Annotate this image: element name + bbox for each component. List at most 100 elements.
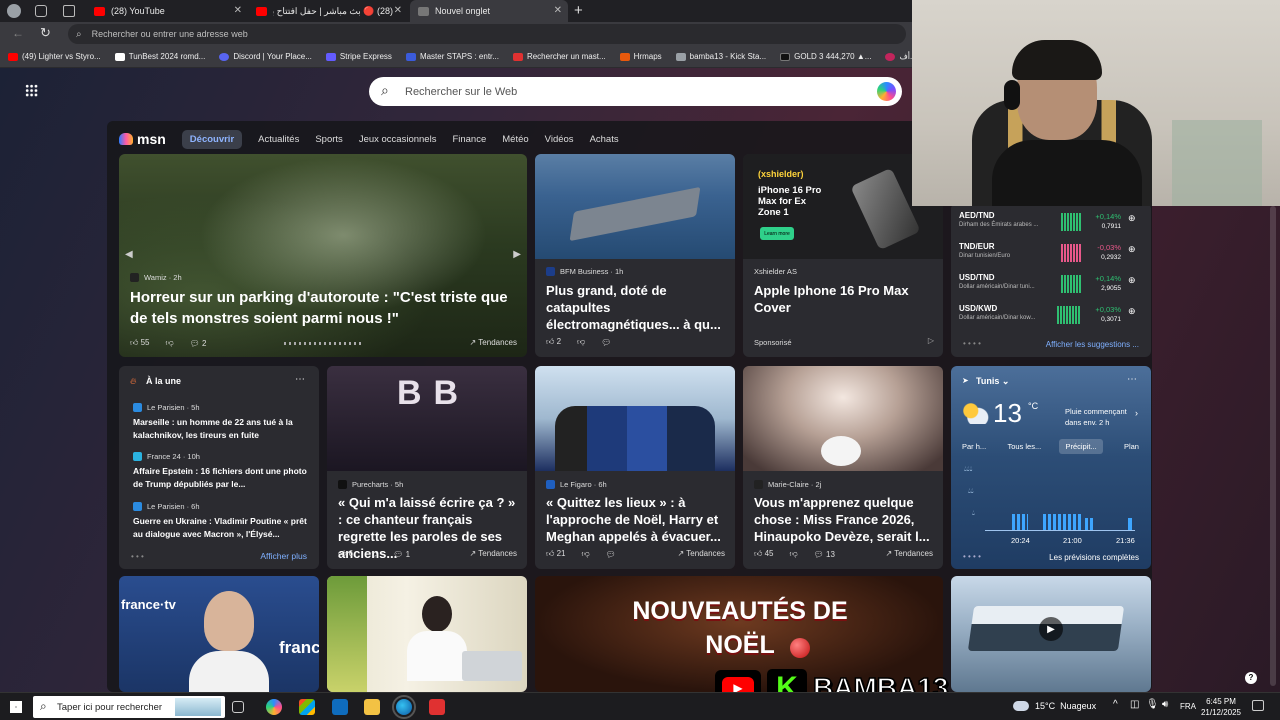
help-icon[interactable]: ?: [1245, 672, 1257, 684]
tab-live[interactable]: (28) 🔴 بث مباشر | حفل افتتاح بط... ✕: [248, 0, 408, 22]
app-icon[interactable]: [429, 699, 445, 715]
headline-link[interactable]: Marseille : un homme de 22 ans tué à la …: [133, 416, 309, 442]
back-icon[interactable]: ←: [12, 26, 24, 40]
mic-icon[interactable]: 🎙︎: [1146, 699, 1159, 710]
new-tab-button[interactable]: +: [574, 2, 583, 19]
headline-link[interactable]: Affaire Epstein : 16 fichiers dont une p…: [133, 465, 309, 491]
stock-row[interactable]: TND/EUR Dinar tunisien/Euro: [959, 242, 1010, 259]
tray-chevron-icon[interactable]: ^: [1113, 699, 1118, 710]
play-icon[interactable]: ▶: [1039, 617, 1063, 641]
stock-row[interactable]: AED/TND Dirham des Émirats arabes ...: [959, 211, 1038, 228]
stocks-more-link[interactable]: Afficher les suggestions ...: [1046, 340, 1139, 349]
bookmark-item[interactable]: GOLD 3 444,270 ▲...: [780, 52, 871, 61]
msn-logo[interactable]: msn: [119, 131, 166, 147]
dislike-icon[interactable]: 👎︎: [582, 549, 590, 559]
bookmark-item[interactable]: أف... | Shofha: [885, 52, 912, 61]
close-icon[interactable]: ✕: [234, 5, 242, 16]
tab-map[interactable]: Plan: [1118, 439, 1145, 454]
notification-icon[interactable]: [1252, 700, 1264, 711]
carousel-prev-icon[interactable]: ◀: [125, 249, 133, 260]
carousel-dots[interactable]: [284, 342, 364, 345]
tab-precip[interactable]: Précipit...: [1059, 439, 1103, 454]
apps-grid-icon[interactable]: [25, 84, 38, 97]
bookmark-item[interactable]: TunBest 2024 romd...: [114, 52, 205, 61]
article-card[interactable]: Le Figaro · 6h « Quittez les lieux » : à…: [535, 366, 735, 569]
article-card-bfm[interactable]: BFM Business · 1h Plus grand, doté de ca…: [535, 154, 735, 357]
dislike-icon[interactable]: 👎︎: [577, 337, 585, 347]
nav-videos[interactable]: Vidéos: [545, 134, 574, 145]
article-card[interactable]: [327, 576, 527, 692]
bookmark-item[interactable]: Hrmaps: [619, 52, 662, 61]
copilot-icon[interactable]: [877, 82, 896, 101]
profile-icon[interactable]: [7, 4, 21, 18]
bookmark-item[interactable]: Discord | Your Place...: [219, 52, 312, 61]
comment-icon[interactable]: 💬︎: [606, 550, 616, 559]
bookmark-item[interactable]: bamba13 - Kick Sta...: [675, 52, 766, 61]
nav-sports[interactable]: Sports: [315, 134, 342, 145]
bookmark-item[interactable]: Master STAPS : entr...: [405, 52, 499, 61]
forecast-link[interactable]: Les prévisions complètes: [1049, 553, 1139, 562]
tab-actions-icon[interactable]: [63, 5, 75, 17]
video-card[interactable]: ▶: [951, 576, 1151, 692]
nav-achats[interactable]: Achats: [590, 134, 619, 145]
bookmark-item[interactable]: Stripe Express: [325, 52, 392, 61]
article-title[interactable]: « Quittez les lieux » : à l'approche de …: [546, 494, 731, 545]
address-input[interactable]: ⌕ Rechercher ou entrer une adresse web: [68, 24, 906, 44]
nav-jeux[interactable]: Jeux occasionnels: [359, 134, 437, 145]
stock-row[interactable]: USD/TND Dollar américain/Dinar tuni...: [959, 273, 1035, 290]
like-icon[interactable]: 👍︎ 6: [338, 549, 353, 559]
explorer-icon[interactable]: [364, 699, 380, 715]
hero-article[interactable]: ◀ ▶ Wamiz · 2h Horreur sur un parking d'…: [119, 154, 527, 357]
tab-daily[interactable]: Tous les...: [1004, 439, 1044, 454]
article-title[interactable]: Plus grand, doté de catapultes électroma…: [546, 282, 731, 333]
like-icon[interactable]: 👍︎ 55: [130, 338, 150, 348]
comment-icon[interactable]: 💬︎ 13: [814, 550, 835, 559]
like-icon[interactable]: 👍︎ 2: [546, 337, 561, 347]
store-icon[interactable]: [299, 699, 315, 715]
more-options-icon[interactable]: ⋯: [295, 374, 305, 385]
taskbar-weather[interactable]: 15°C Nuageux: [1035, 701, 1096, 711]
chevron-right-icon[interactable]: ›: [1135, 408, 1138, 418]
article-card[interactable]: BB Purecharts · 5h « Qui m'a laissé écri…: [327, 366, 527, 569]
headlines-more-link[interactable]: Afficher plus: [260, 551, 307, 561]
close-icon[interactable]: ✕: [394, 5, 402, 16]
workspaces-icon[interactable]: [35, 5, 47, 17]
add-stock-icon[interactable]: ⊕: [1128, 244, 1136, 255]
add-stock-icon[interactable]: ⊕: [1128, 275, 1136, 286]
web-search-input[interactable]: ⌕ Rechercher sur le Web: [369, 77, 902, 106]
article-card[interactable]: france·tv franc: [119, 576, 319, 692]
page-scrollbar[interactable]: [1270, 206, 1276, 686]
carousel-next-icon[interactable]: ▶: [513, 249, 521, 260]
like-icon[interactable]: 👍︎ 21: [546, 549, 566, 559]
refresh-icon[interactable]: ↻: [40, 25, 51, 41]
bookmark-item[interactable]: Rechercher un mast...: [512, 52, 606, 61]
close-icon[interactable]: ✕: [554, 5, 562, 16]
tab-hourly[interactable]: Par h...: [959, 439, 989, 454]
more-options-icon[interactable]: ⋯: [1127, 374, 1137, 385]
clock[interactable]: 6:45 PM 21/12/2025: [1200, 696, 1242, 718]
ad-choices-icon[interactable]: ▷: [928, 336, 934, 345]
bookmark-item[interactable]: (49) Lighter vs Styro...: [8, 52, 101, 61]
nav-actualites[interactable]: Actualités: [258, 134, 299, 145]
like-icon[interactable]: 👍︎ 45: [754, 549, 774, 559]
article-title[interactable]: Vous m'apprenez quelque chose : Miss Fra…: [754, 494, 939, 545]
comment-icon[interactable]: 💬︎ 2: [190, 339, 207, 348]
outlook-icon[interactable]: [332, 699, 348, 715]
dislike-icon[interactable]: 👎︎: [369, 549, 377, 559]
taskbar-search[interactable]: ⌕ Taper ici pour rechercher: [33, 696, 225, 718]
add-stock-icon[interactable]: ⊕: [1128, 306, 1136, 317]
edge-icon[interactable]: [392, 695, 416, 719]
nav-meteo[interactable]: Météo: [502, 134, 528, 145]
add-stock-icon[interactable]: ⊕: [1128, 213, 1136, 224]
windows-start-icon[interactable]: [10, 701, 22, 713]
comment-icon[interactable]: 💬︎: [601, 338, 611, 347]
weather-city[interactable]: Tunis ⌄: [976, 376, 1009, 387]
ad-learn-more-button[interactable]: Learn more: [760, 227, 794, 240]
dislike-icon[interactable]: 👎︎: [166, 338, 174, 348]
article-card[interactable]: Marie-Claire · 2j Vous m'apprenez quelqu…: [743, 366, 943, 569]
stock-row[interactable]: USD/KWD Dollar américain/Dinar kow...: [959, 304, 1035, 321]
article-title[interactable]: Apple Iphone 16 Pro Max Cover: [754, 282, 929, 316]
task-view-icon[interactable]: [232, 701, 244, 713]
tab-youtube[interactable]: (28) YouTube ✕: [86, 0, 248, 22]
comment-icon[interactable]: 💬︎ 1: [393, 550, 410, 559]
